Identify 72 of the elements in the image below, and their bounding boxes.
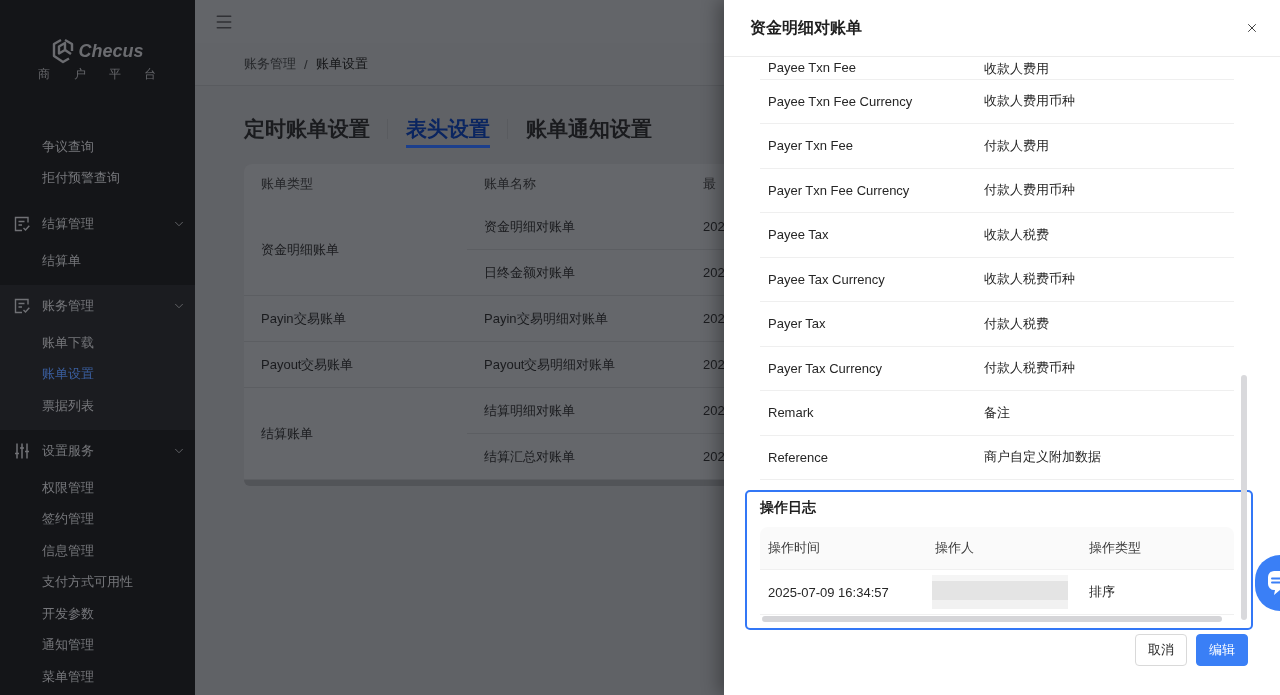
field-label: 付款人税费币种: [984, 359, 1075, 378]
drawer-title: 资金明细对账单: [750, 17, 862, 38]
menu-item[interactable]: 支付方式可用性: [0, 566, 195, 598]
menu-item[interactable]: 信息管理: [0, 535, 195, 567]
section-title: 操作日志: [760, 498, 817, 517]
menu-group-header[interactable]: 结算管理: [0, 203, 195, 245]
tab[interactable]: 定时账单设置: [244, 116, 370, 148]
field-label: 备注: [984, 403, 1010, 422]
field-label: 商户自定义附加数据: [984, 448, 1101, 467]
menu-item[interactable]: 菜单管理: [0, 661, 195, 693]
field-name: Remark: [768, 405, 815, 421]
menu-item[interactable]: 票据列表: [0, 390, 195, 422]
field-name: Payer Tax Currency: [768, 360, 883, 376]
table-cell: 资金明细账单: [244, 204, 467, 296]
scrollbar-thumb[interactable]: [762, 616, 1222, 622]
table-cell: Payin交易账单: [244, 296, 467, 342]
logo-icon: [51, 38, 76, 64]
breadcrumb-separator: /: [304, 56, 308, 72]
menu-item[interactable]: 账单下载: [0, 327, 195, 359]
column-header: 操作人: [934, 539, 975, 557]
close-button[interactable]: [1245, 21, 1259, 35]
field-label: 付款人费用币种: [984, 181, 1075, 200]
table-cell: Payout交易账单: [244, 342, 467, 388]
logo-subtitle: 商 户 平 台: [37, 66, 167, 82]
chat-icon: [1268, 571, 1280, 595]
table-cell: 结算明细对账单: [467, 388, 686, 434]
breadcrumb-current: 账单设置: [315, 55, 368, 73]
field-label: 付款人费用: [984, 136, 1049, 155]
field-label: 收款人税费: [984, 225, 1049, 244]
column-header: 账单名称: [483, 175, 537, 193]
primary-button[interactable]: 编辑: [1196, 634, 1248, 666]
table-cell: 日终金额对账单: [467, 250, 686, 296]
scrollbar-thumb[interactable]: [1241, 375, 1247, 620]
field-name: Payee Txn Fee Currency: [768, 93, 914, 109]
field-label: 收款人费用: [984, 60, 1049, 78]
column-header: 账单类型: [260, 175, 314, 193]
checklist-icon: [14, 216, 30, 232]
menu-group-header[interactable]: 设置服务: [0, 430, 195, 472]
field-label: 收款人费用币种: [984, 92, 1075, 111]
menu-item[interactable]: 开发参数: [0, 598, 195, 630]
tab[interactable]: 表头设置: [406, 116, 490, 148]
field-name: Payer Txn Fee Currency: [768, 182, 911, 198]
column-header: 最: [702, 175, 717, 193]
secondary-button[interactable]: 取消: [1135, 634, 1187, 666]
table-cell-text: 排序: [1088, 583, 1116, 601]
table-cell-text: 2025-07-09 16:34:57: [767, 584, 890, 600]
tab[interactable]: 账单通知设置: [526, 116, 652, 148]
menu-item[interactable]: 权限管理: [0, 472, 195, 504]
field-label: 付款人税费: [984, 314, 1049, 333]
field-name: Payer Tax: [768, 316, 827, 332]
menu-group-header[interactable]: 账务管理: [0, 285, 195, 327]
breadcrumb-link[interactable]: 账务管理: [244, 55, 296, 73]
table-cell: 资金明细对账单: [467, 204, 686, 250]
field-name: Payee Tax Currency: [768, 271, 886, 287]
logo-text: Checus: [78, 40, 144, 63]
field-label: 收款人税费币种: [984, 270, 1075, 289]
field-name: Payee Tax: [768, 227, 830, 243]
menu-item[interactable]: 争议查询: [0, 131, 195, 163]
menu-item[interactable]: 通知管理: [0, 629, 195, 661]
column-header: 操作时间: [767, 539, 821, 557]
checklist-icon: [14, 298, 30, 314]
table-cell: Payin交易明细对账单: [467, 296, 686, 342]
menu-item[interactable]: 结算单: [0, 245, 195, 277]
column-header: 操作类型: [1088, 539, 1142, 557]
field-name: Reference: [768, 449, 829, 465]
menu-item[interactable]: 账单设置: [0, 358, 195, 390]
field-name: Payer Txn Fee: [768, 138, 855, 154]
table-cell: Payout交易明细对账单: [467, 342, 686, 388]
field-name: Payee Txn Fee: [768, 60, 857, 75]
menu-item[interactable]: 拒付预警查询: [0, 162, 195, 194]
menu-item[interactable]: 签约管理: [0, 503, 195, 535]
sliders-icon: [14, 443, 30, 459]
